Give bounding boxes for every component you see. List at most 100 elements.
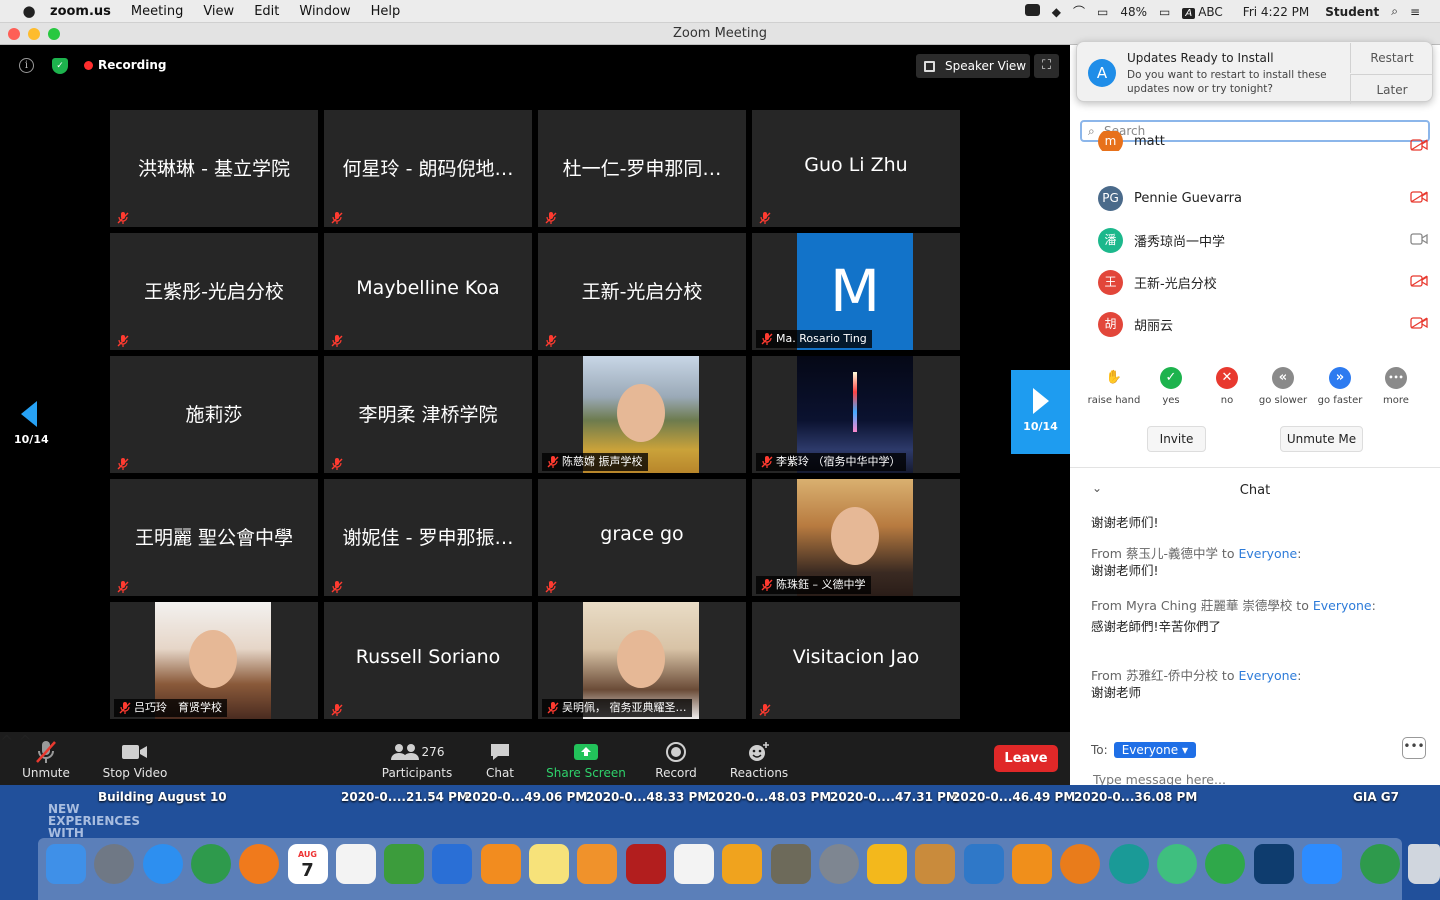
desktop-file-label[interactable]: 2020-0...48.03 PM [708, 790, 831, 804]
video-off-icon[interactable] [1410, 139, 1428, 151]
keynote-icon[interactable] [432, 844, 473, 884]
airplay-icon[interactable]: ▭ [1091, 5, 1114, 19]
participant-tile[interactable]: 王明麗 聖公會中學 [110, 479, 318, 596]
evernote-icon[interactable] [1205, 844, 1246, 884]
participant-tile[interactable]: 李明柔 津桥学院 [324, 356, 532, 473]
participant-tile[interactable]: 陈珠鈺 – 义德中学 [752, 479, 960, 596]
vimeo-icon[interactable] [1253, 844, 1294, 884]
preview-icon[interactable] [963, 844, 1004, 884]
pages-icon[interactable] [577, 844, 618, 884]
desktop-file-label[interactable]: GIA G7 [1353, 790, 1399, 804]
later-button[interactable]: Later [1350, 74, 1433, 104]
next-page-button[interactable]: 10/14 [1011, 370, 1070, 454]
desktop-file-label[interactable]: 2020-0...48.33 PM [586, 790, 709, 804]
scratch-icon[interactable] [722, 844, 763, 884]
trash-icon[interactable] [1408, 844, 1440, 884]
participant-row[interactable]: 潘潘秀琼尚一中学 [1098, 225, 1428, 255]
input-source[interactable]: A ABC [1176, 5, 1228, 19]
participant-tile[interactable]: 杜一仁-罗申那同… [538, 110, 746, 227]
wifi-icon[interactable]: ⌒ [1067, 3, 1091, 20]
video-off-icon[interactable] [1410, 191, 1428, 203]
recipient-dropdown[interactable]: Everyone ▾ [1113, 742, 1196, 758]
desktop-file-label[interactable]: 2020-0....21.54 PM [341, 790, 469, 804]
reaction-go-faster[interactable]: » go faster [1310, 367, 1370, 406]
menu-edit[interactable]: Edit [244, 4, 289, 19]
restart-button[interactable]: Restart [1350, 43, 1433, 73]
participant-tile[interactable]: Russell Soriano [324, 602, 532, 719]
textedit-icon[interactable] [335, 844, 376, 884]
safari-icon[interactable] [142, 844, 183, 884]
reaction-more[interactable]: ••• more [1366, 367, 1426, 406]
battery-icon[interactable]: ▭ [1153, 5, 1176, 19]
participants-button[interactable]: 276 Participants [380, 738, 454, 780]
participant-tile[interactable]: 李紫玲 （宿务中华中学） [752, 356, 960, 473]
leave-button[interactable]: Leave [994, 745, 1058, 772]
share-screen-button[interactable]: Share Screen [546, 738, 626, 780]
participant-tile[interactable]: 王新-光启分校 [538, 233, 746, 350]
photo-booth-icon[interactable] [625, 844, 666, 884]
participant-tile[interactable]: 吴明佩， 宿务亚典耀圣… [538, 602, 746, 719]
chrome-icon[interactable] [190, 844, 231, 884]
participant-tile[interactable]: grace go [538, 479, 746, 596]
reaction-yes[interactable]: ✓ yes [1141, 367, 1201, 406]
notification-center-icon[interactable]: ≡ [1404, 5, 1440, 19]
desktop-file-label[interactable]: 2020-0....47.31 PM [830, 790, 958, 804]
close-icon[interactable] [8, 28, 20, 40]
packages-icon[interactable] [915, 844, 956, 884]
books-icon[interactable] [480, 844, 521, 884]
arduino-icon[interactable] [1108, 844, 1149, 884]
apple-icon[interactable]: ● [18, 2, 40, 20]
menu-help[interactable]: Help [361, 4, 411, 19]
menu-window[interactable]: Window [289, 4, 360, 19]
moodle-icon[interactable] [867, 844, 908, 884]
participant-tile[interactable]: 谢妮佳 - 罗申那振… [324, 479, 532, 596]
desktop-file-label[interactable]: 2020-0...49.06 PM [464, 790, 587, 804]
pencil-icon[interactable] [673, 844, 714, 884]
drawio-icon[interactable] [1012, 844, 1052, 884]
audio-options-caret-icon[interactable]: ^ [0, 732, 13, 751]
desktop-file-label[interactable]: Building August 10 [98, 790, 227, 804]
numbers-icon[interactable] [384, 844, 425, 884]
security-shield-icon[interactable]: ✓ [52, 58, 68, 74]
fullscreen-icon[interactable]: ⛶ [1034, 54, 1059, 78]
participant-row[interactable]: PG Pennie Guevarra [1098, 183, 1428, 213]
info-icon[interactable]: i [19, 58, 34, 73]
chat-button[interactable]: Chat [480, 738, 520, 780]
atom-icon[interactable] [1156, 844, 1197, 884]
clock[interactable]: Fri 4:22 PM [1229, 5, 1315, 19]
desktop-file-label[interactable]: 2020-0...46.49 PM [952, 790, 1075, 804]
notes-icon[interactable] [529, 844, 569, 884]
reactions-button[interactable]: Reactions [727, 738, 791, 780]
zoom-icon[interactable] [1301, 844, 1342, 884]
unmute-me-button[interactable]: Unmute Me [1280, 426, 1363, 452]
video-off-icon[interactable] [1410, 275, 1428, 287]
menu-view[interactable]: View [193, 4, 244, 19]
chat-more-button[interactable]: ••• [1402, 737, 1426, 759]
reaction-go-slower[interactable]: « go slower [1253, 367, 1313, 406]
gimp-icon[interactable] [770, 844, 811, 884]
prev-page-button[interactable]: 10/14 [14, 401, 49, 451]
desktop-file-label[interactable]: 2020-0...36.08 PM [1074, 790, 1197, 804]
chrome-desktop-icon[interactable] [1360, 844, 1401, 884]
finder-icon[interactable] [46, 844, 86, 884]
menu-app-name[interactable]: zoom.us [40, 4, 121, 19]
participant-tile[interactable]: Guo Li Zhu [752, 110, 960, 227]
menu-meeting[interactable]: Meeting [121, 4, 193, 19]
participant-row[interactable]: m matt [1098, 131, 1428, 151]
spotlight-icon[interactable]: ⌕ [1385, 4, 1404, 19]
unmute-button[interactable]: Unmute [18, 738, 74, 780]
firefox-icon[interactable] [239, 844, 280, 884]
participant-row[interactable]: 王王新-光启分校 [1098, 267, 1428, 297]
participant-row[interactable]: 胡胡丽云 [1098, 309, 1428, 339]
battery-percent[interactable]: 48% [1114, 5, 1153, 19]
speaker-view-button[interactable]: Speaker View [916, 54, 1030, 78]
reaction-no[interactable]: ✕ no [1197, 367, 1257, 406]
stop-video-button[interactable]: Stop Video [100, 738, 170, 780]
participant-tile[interactable]: Maybelline Koa [324, 233, 532, 350]
participant-tile[interactable]: Visitacion Jao [752, 602, 960, 719]
chat-to-everyone[interactable]: Everyone [1238, 668, 1297, 683]
recording-indicator[interactable]: Recording [84, 58, 167, 72]
participant-tile[interactable]: 洪琳琳 - 基立学院 [110, 110, 318, 227]
zoom-window-icon[interactable] [48, 28, 60, 40]
chat-to-everyone[interactable]: Everyone [1313, 598, 1372, 613]
